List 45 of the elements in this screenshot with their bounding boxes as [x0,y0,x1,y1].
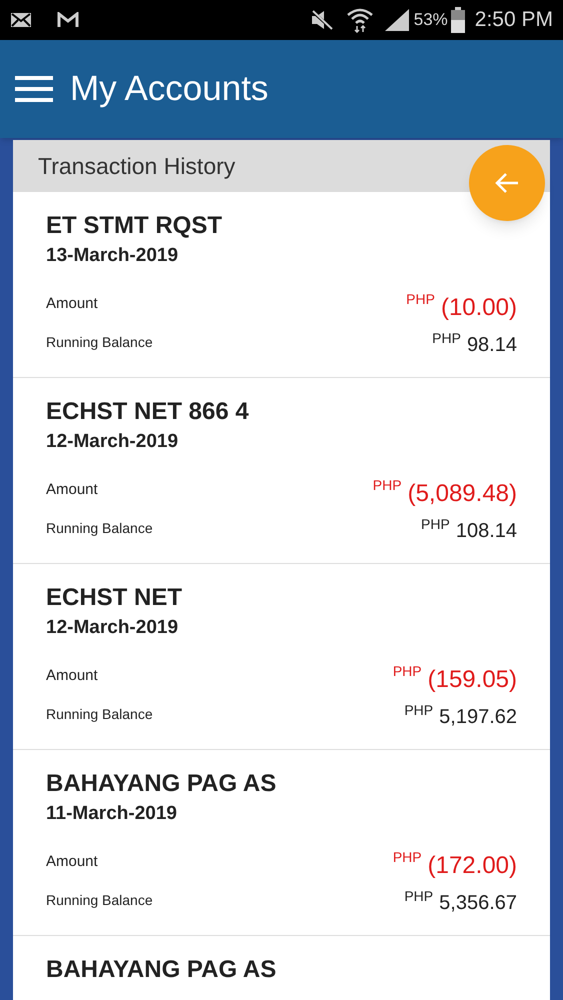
signal-icon [384,8,410,32]
running-balance-label: Running Balance [46,705,153,724]
app-title: My Accounts [70,68,268,110]
amount-label: Amount [46,666,98,686]
back-arrow-icon [495,172,519,194]
email-icon [10,12,32,28]
transaction-title: ECHST NET 866 4 [46,397,250,427]
balance-value: 5,356.67 [439,891,517,916]
mute-icon [310,9,334,31]
transaction-date: 11-March-2019 [46,802,178,826]
balance-value: 98.14 [466,333,517,358]
currency-label: PHP [432,329,461,348]
battery-icon [450,7,465,33]
wifi-icon [346,7,374,33]
amount-label: Amount [46,480,98,500]
currency-label: PHP [404,887,434,906]
balance-value: 5,197.62 [439,705,517,730]
currency-label: PHP [392,662,422,681]
section-title: Transaction History [38,152,236,181]
clock-time: 2:50 PM [474,7,553,34]
currency-label: PHP [392,848,422,867]
transaction-title: BAHAYANG PAG AS [46,955,278,985]
currency-label: PHP [406,290,435,309]
transaction-date: 12-March-2019 [46,430,180,454]
currency-label: PHP [372,476,402,495]
running-balance-label: Running Balance [46,519,153,538]
transaction-date: 12-March-2019 [46,616,180,640]
transaction-title: ET STMT RQST [46,211,223,241]
transaction-title: BAHAYANG PAG AS [46,769,278,799]
mail-icon [57,12,79,28]
amount-value: (5,089.48) [408,479,517,509]
amount-value: (159.05) [428,665,517,695]
currency-label: PHP [421,515,450,534]
menu-icon[interactable] [15,75,53,103]
amount-value: (172.00) [428,851,517,881]
battery-percent: 53% [414,9,448,32]
amount-label: Amount [46,852,98,872]
running-balance-label: Running Balance [46,333,153,352]
amount-label: Amount [46,294,98,314]
balance-value: 108.14 [456,519,517,544]
transaction-date: 13-March-2019 [46,244,180,268]
amount-value: (10.00) [440,293,517,323]
transaction-title: ECHST NET [46,583,184,613]
currency-label: PHP [404,701,434,720]
running-balance-label: Running Balance [46,891,153,910]
